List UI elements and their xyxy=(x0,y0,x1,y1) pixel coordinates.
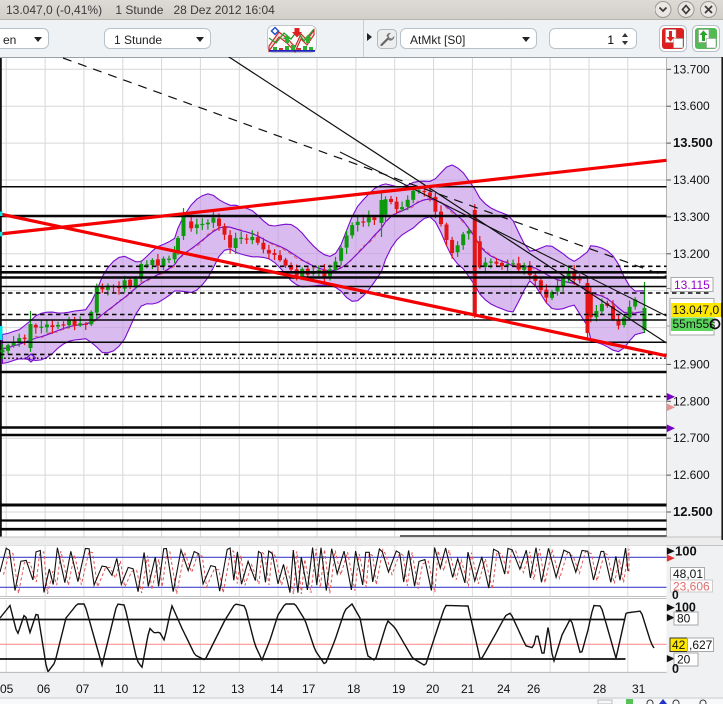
svg-text:07: 07 xyxy=(76,682,90,696)
svg-text:13.200: 13.200 xyxy=(673,247,710,261)
svg-text:31: 31 xyxy=(632,682,646,696)
svg-text:28: 28 xyxy=(593,682,607,696)
svg-text:20: 20 xyxy=(677,653,691,667)
svg-text:,627: ,627 xyxy=(689,638,713,652)
svg-text:21: 21 xyxy=(461,682,475,696)
svg-text:24: 24 xyxy=(497,682,511,696)
svg-text:100: 100 xyxy=(675,544,697,559)
svg-text:20: 20 xyxy=(426,682,440,696)
svg-text:42: 42 xyxy=(672,638,686,652)
svg-text:12.700: 12.700 xyxy=(673,431,710,445)
svg-text:18: 18 xyxy=(347,682,361,696)
svg-text:80: 80 xyxy=(677,612,691,626)
svg-text:13.700: 13.700 xyxy=(673,62,710,76)
svg-text:12: 12 xyxy=(192,682,206,696)
svg-text:12.900: 12.900 xyxy=(673,357,710,371)
svg-text:13.300: 13.300 xyxy=(673,210,710,224)
svg-text:13.115: 13.115 xyxy=(674,278,710,292)
svg-text:13: 13 xyxy=(231,682,245,696)
svg-text:11: 11 xyxy=(153,682,166,696)
svg-text:12.600: 12.600 xyxy=(673,468,710,482)
svg-text:13.500: 13.500 xyxy=(673,135,713,150)
svg-text:05: 05 xyxy=(0,682,14,696)
svg-text:10: 10 xyxy=(115,682,129,696)
svg-text:19: 19 xyxy=(392,682,406,696)
svg-text:26: 26 xyxy=(527,682,541,696)
svg-text:14: 14 xyxy=(270,682,284,696)
svg-text:55m55s: 55m55s xyxy=(673,317,716,331)
svg-text:12.800: 12.800 xyxy=(673,394,710,408)
svg-text:06: 06 xyxy=(37,682,51,696)
svg-text:17: 17 xyxy=(302,682,316,696)
svg-text:12.500: 12.500 xyxy=(673,504,713,519)
svg-text:13.400: 13.400 xyxy=(673,173,710,187)
svg-text:13.600: 13.600 xyxy=(673,99,710,113)
svg-text:13.047,0: 13.047,0 xyxy=(673,303,720,317)
